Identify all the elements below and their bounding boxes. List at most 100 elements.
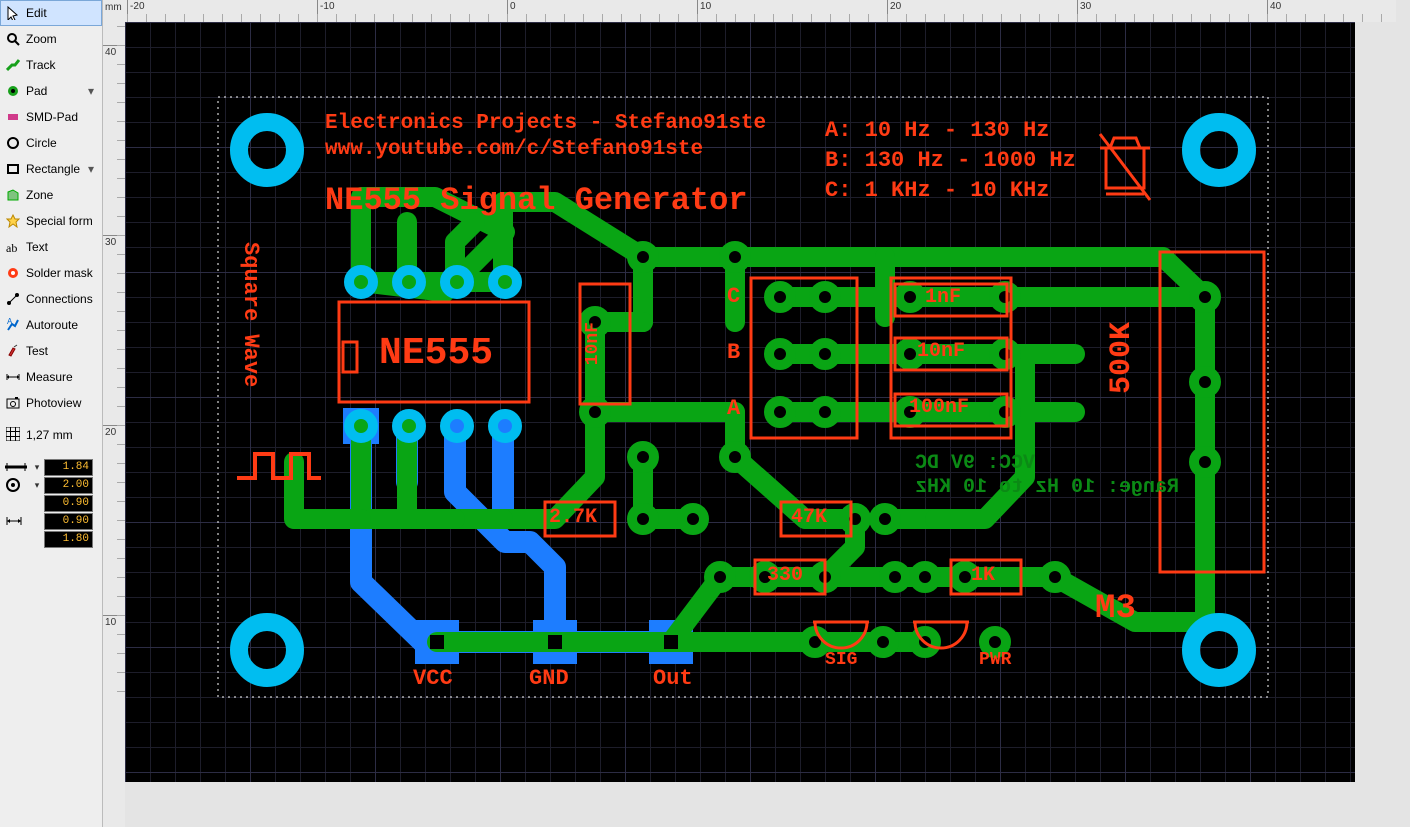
param-pad-inner[interactable]: 0.90 [2,494,100,512]
silk-sel-c[interactable]: C [727,284,740,309]
tool-circle[interactable]: Circle [0,130,102,156]
tool-smd[interactable]: SMD-Pad [0,104,102,130]
rect-icon [6,162,20,176]
tool-zoom[interactable]: Zoom [0,26,102,52]
silk-cx[interactable]: 10nF [583,322,603,365]
tool-label: Track [26,58,56,72]
silk-r1[interactable]: 2.7K [549,506,597,529]
param-size-a[interactable]: 0.90 [2,512,100,530]
tool-label: Edit [26,6,47,20]
cursor-icon [6,6,20,20]
work-area: mm -20-10010203040 40302010 [103,0,1410,827]
silk-range-a[interactable]: A: 10 Hz - 130 Hz [825,118,1049,143]
size-icon [2,513,30,529]
circle-icon [6,136,20,150]
tool-label: Pad [26,84,47,98]
auto-icon: A [6,318,20,332]
tool-conn[interactable]: Connections [0,286,102,312]
tool-label: Connections [26,292,93,306]
tool-palette: Edit Zoom Track Pad ▾ SMD-Pad Circle Rectangle ▾… [0,0,103,827]
grid-icon [6,427,20,444]
tool-measure[interactable]: Measure [0,364,102,390]
conn-icon [6,292,20,306]
tool-photo[interactable]: Photoview [0,390,102,416]
ruler-vertical[interactable]: 40302010 [103,22,126,827]
chevron-down-icon: ▾ [32,462,42,473]
tool-label: Circle [26,136,57,150]
silk-vcc[interactable]: VCC [413,666,453,691]
test-icon [6,344,20,358]
ruler-unit: mm [105,2,122,13]
tool-label: Text [26,240,48,254]
svg-text:ab: ab [6,241,17,254]
smd-icon [6,110,20,124]
tool-label: Rectangle [26,162,80,176]
silk-back1[interactable]: VCC: 9V DC [915,452,1035,475]
mask-icon [6,266,20,280]
param-track-width[interactable]: ▾ 1.84 [2,458,100,476]
chevron-down-icon: ▾ [86,162,96,176]
silk-sel-b[interactable]: B [727,340,740,365]
tool-label: Autoroute [26,318,78,332]
silk-range-b[interactable]: B: 130 Hz - 1000 Hz [825,148,1076,173]
tool-label: Measure [26,370,73,384]
silk-side[interactable]: Square Wave [238,242,263,387]
silk-mount[interactable]: M3 [1095,590,1136,628]
tool-pad[interactable]: Pad ▾ [0,78,102,104]
zoom-icon [6,32,20,46]
zone-icon [6,188,20,202]
chevron-down-icon: ▾ [86,84,96,98]
silk-title[interactable]: NE555 Signal Generator [325,182,747,219]
silk-r3[interactable]: 330 [767,564,803,587]
silk-c2[interactable]: 10nF [917,340,965,363]
silk-pwr[interactable]: PWR [979,650,1011,670]
tool-zone[interactable]: Zone [0,182,102,208]
silk-sel-a[interactable]: A [727,396,740,421]
parameter-panel: ▾ 1.84 ▾ 2.00 0.90 0.90 1.80 [0,454,102,548]
silk-pot[interactable]: 500K [1105,322,1139,394]
silk-out[interactable]: Out [653,666,693,691]
silk-header1[interactable]: Electronics Projects - Stefano91ste [325,112,766,135]
silk-r2[interactable]: 47K [791,506,827,529]
tool-cursor[interactable]: Edit [0,0,102,26]
silk-back2[interactable]: Range: 10 Hz to 10 KHz [915,476,1179,499]
grid-setting[interactable]: 1,27 mm [0,422,102,448]
special-icon [6,214,20,228]
tool-label: Photoview [26,396,81,410]
tool-label: Zone [26,188,53,202]
silk-gnd[interactable]: GND [529,666,569,691]
tool-rect[interactable]: Rectangle ▾ [0,156,102,182]
silk-r4[interactable]: 1K [971,564,995,587]
tool-label: Solder mask [26,266,93,280]
pad-outer-icon [2,477,30,493]
param-size-b[interactable]: 1.80 [2,530,100,548]
tool-auto[interactable]: A Autoroute [0,312,102,338]
pcb-board[interactable]: Electronics Projects - Stefano91ste www.… [125,22,1355,782]
silk-sig[interactable]: SIG [825,650,857,670]
tool-track[interactable]: Track [0,52,102,78]
tool-test[interactable]: Test [0,338,102,364]
silk-c1[interactable]: 1nF [925,286,961,309]
svg-text:A: A [7,318,13,326]
track-icon [6,58,20,72]
tool-label: SMD-Pad [26,110,78,124]
measure-icon [6,370,20,384]
tool-text[interactable]: ab Text [0,234,102,260]
tool-label: Test [26,344,48,358]
silk-range-c[interactable]: C: 1 KHz - 10 KHz [825,178,1049,203]
tool-special[interactable]: Special form [0,208,102,234]
canvas-viewport[interactable]: Electronics Projects - Stefano91ste www.… [125,22,1410,827]
ruler-horizontal[interactable]: mm -20-10010203040 [103,0,1396,23]
silk-chip[interactable]: NE555 [379,332,493,375]
tool-label: Zoom [26,32,57,46]
silk-header2[interactable]: www.youtube.com/c/Stefano91ste [325,138,703,161]
param-pad-outer[interactable]: ▾ 2.00 [2,476,100,494]
tool-mask[interactable]: Solder mask [0,260,102,286]
photo-icon [6,396,20,410]
silk-c3[interactable]: 100nF [909,396,969,419]
pad-icon [6,84,20,98]
chevron-down-icon: ▾ [32,480,42,491]
track-width-icon [2,459,30,475]
text-icon: ab [6,240,20,254]
grid-value: 1,27 mm [26,428,73,442]
